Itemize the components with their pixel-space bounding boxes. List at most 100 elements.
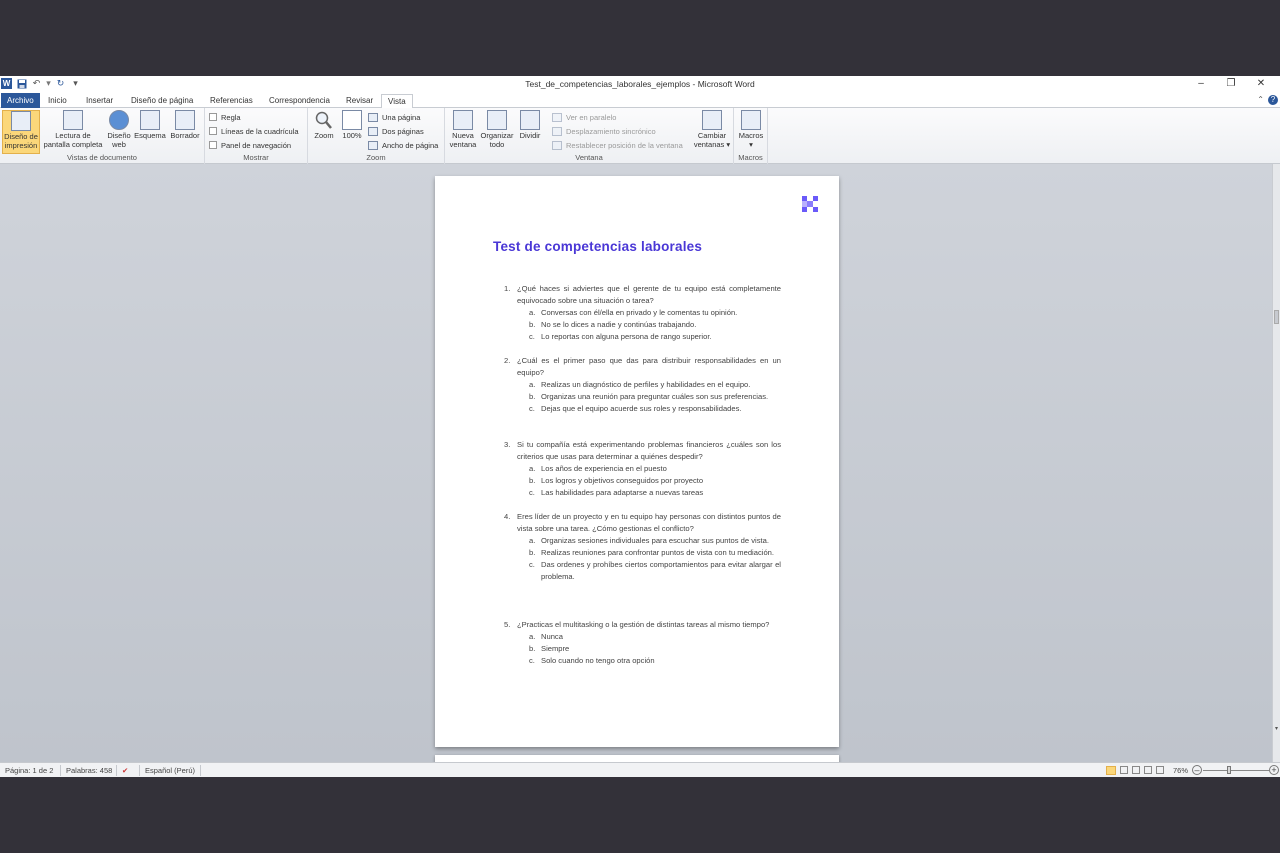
desplazamiento-sincronico-button[interactable]: Desplazamiento sincrónico [552,125,656,137]
ancho-pagina-button[interactable]: Ancho de página [368,139,438,151]
diseno-web-button[interactable]: Diseño web [105,110,133,149]
proofing-icon[interactable]: ✔ [122,766,128,775]
organizar-todo-button[interactable]: Organizar todo [480,110,514,149]
list-item: c. Dejas que el equipo acuerde sus roles … [529,404,742,413]
una-pagina-button[interactable]: Una página [368,111,420,123]
cambiar-ventanas-button[interactable]: Cambiar ventanas ▾ [693,110,731,149]
zoom-100-button[interactable]: 100% [340,110,364,141]
print-layout-view-icon[interactable] [1106,766,1116,775]
ver-paralelo-button[interactable]: Ver en paralelo [552,111,616,123]
page-count[interactable]: Página: 1 de 2 [5,766,53,775]
word-count[interactable]: Palabras: 458 [66,766,112,775]
minimize-icon[interactable]: – [1186,77,1216,91]
cuadricula-checkbox[interactable]: Líneas de la cuadrícula [209,125,299,137]
page-width-icon [368,140,378,150]
vertical-scrollbar[interactable]: ▾ [1272,164,1280,762]
list-item: b. Organizas una reunión para preguntar c… [529,392,769,401]
zoom-out-icon[interactable]: – [1192,765,1202,775]
zoom-button[interactable]: Zoom [312,110,336,141]
group-label: Mostrar [243,153,269,162]
group-zoom: Zoom 100% Una página Dos páginas Ancho d… [308,108,445,164]
list-item: b. No se lo dices a nadie y continúas tra… [529,320,697,329]
dos-paginas-button[interactable]: Dos páginas [368,125,424,137]
group-label: Vistas de documento [67,153,137,162]
one-page-icon [368,112,378,122]
question-5: 5. ¿Practicas el multitasking o la gesti… [504,619,781,667]
web-view-icon[interactable] [1132,766,1140,774]
zoom-level[interactable]: 76% [1173,766,1188,775]
reset-position-icon [552,140,562,150]
document-page[interactable]: Test de competencias laborales 1. ¿Qué h… [435,176,839,747]
checkbox-icon [209,141,217,149]
tab-diseno-pagina[interactable]: Diseño de página [125,94,199,108]
document-area[interactable]: Test de competencias laborales 1. ¿Qué h… [0,164,1272,762]
help-icon[interactable]: ? [1268,95,1278,105]
list-item: c. Solo cuando no tengo otra opción [529,656,655,665]
arrange-all-icon [487,110,507,130]
diseno-impresion-button[interactable]: Diseño de impresión [2,110,40,154]
question-2: 2. ¿Cuál es el primer paso que das para … [504,356,781,413]
zoom-in-icon[interactable]: + [1269,765,1279,775]
tab-vista[interactable]: Vista [381,94,413,109]
restore-icon[interactable]: ❐ [1216,77,1246,91]
window-title: Test_de_competencias_laborales_ejemplos … [525,79,755,89]
regla-checkbox[interactable]: Regla [209,111,241,123]
new-window-icon [453,110,473,130]
outline-icon [140,110,160,130]
esquema-button[interactable]: Esquema [134,110,166,141]
minimize-ribbon-icon[interactable]: ⌃ [1257,95,1264,105]
group-macros: Macros ▾ Macros [734,108,768,164]
page-100-icon [342,110,362,130]
zoom-slider[interactable] [1203,770,1269,771]
macros-button[interactable]: Macros ▾ [737,110,765,149]
sync-scroll-icon [552,126,562,136]
question-4: 4. Eres líder de un proyecto y en tu equ… [504,512,781,581]
nueva-ventana-button[interactable]: Nueva ventana [447,110,479,149]
question-1: 1. ¿Qué haces si adviertes que el gerent… [504,284,781,341]
full-screen-reading-icon [63,110,83,130]
borrador-button[interactable]: Borrador [168,110,202,141]
list-item: c. Las habilidades para adaptarse a nueva… [529,488,704,497]
group-label: Ventana [575,153,603,162]
draft-view-icon[interactable] [1156,766,1164,774]
group-label: Zoom [366,153,386,162]
close-icon[interactable]: ✕ [1246,77,1276,91]
reading-view-icon[interactable] [1120,766,1128,774]
side-by-side-icon [552,112,562,122]
list-item: b. Los logros y objetivos conseguidos por… [529,476,704,485]
tab-revisar[interactable]: Revisar [340,94,379,108]
list-item: a. Conversas con él/ella en privado y le … [529,308,738,317]
macros-dropdown-icon: ▾ [749,139,753,149]
group-ventana: Nueva ventana Organizar todo Dividir Ver… [445,108,734,164]
list-item: b. Siempre [529,644,570,653]
panel-navegacion-checkbox[interactable]: Panel de navegación [209,139,291,151]
language[interactable]: Español (Perú) [145,766,195,775]
group-label: Macros [738,153,763,162]
lectura-pantalla-button[interactable]: Lectura de pantalla completa [42,110,104,149]
tab-archivo[interactable]: Archivo [1,93,40,108]
ribbon-right-controls: ⌃ ? [1257,95,1278,105]
macros-icon [741,110,761,130]
status-bar: Página: 1 de 2 Palabras: 458 ✔ Español (… [0,762,1280,777]
scrollbar-thumb[interactable] [1274,310,1279,324]
magnifier-icon [314,110,334,130]
tab-inicio[interactable]: Inicio [42,94,73,108]
scroll-down-icon[interactable]: ▾ [1273,725,1280,732]
list-item: a. Organizas sesiones individuales para e… [529,536,769,545]
web-layout-icon [109,110,129,130]
outline-view-icon[interactable] [1144,766,1152,774]
two-pages-icon [368,126,378,136]
group-vistas-documento: Diseño de impresión Lectura de pantalla … [0,108,205,164]
dividir-button[interactable]: Dividir [516,110,544,141]
switch-windows-icon [702,110,722,130]
restablecer-posicion-button[interactable]: Restablecer posición de la ventana [552,139,683,151]
group-mostrar: Regla Líneas de la cuadrícula Panel de n… [205,108,308,164]
tab-referencias[interactable]: Referencias [204,94,259,108]
tab-insertar[interactable]: Insertar [80,94,119,108]
print-layout-icon [11,111,31,131]
zoom-slider-thumb[interactable] [1227,766,1231,774]
checkbox-icon [209,113,217,121]
document-page-2[interactable] [435,755,839,762]
tab-correspondencia[interactable]: Correspondencia [263,94,336,108]
ribbon-tabs: Archivo Inicio Insertar Diseño de página… [0,92,1280,109]
